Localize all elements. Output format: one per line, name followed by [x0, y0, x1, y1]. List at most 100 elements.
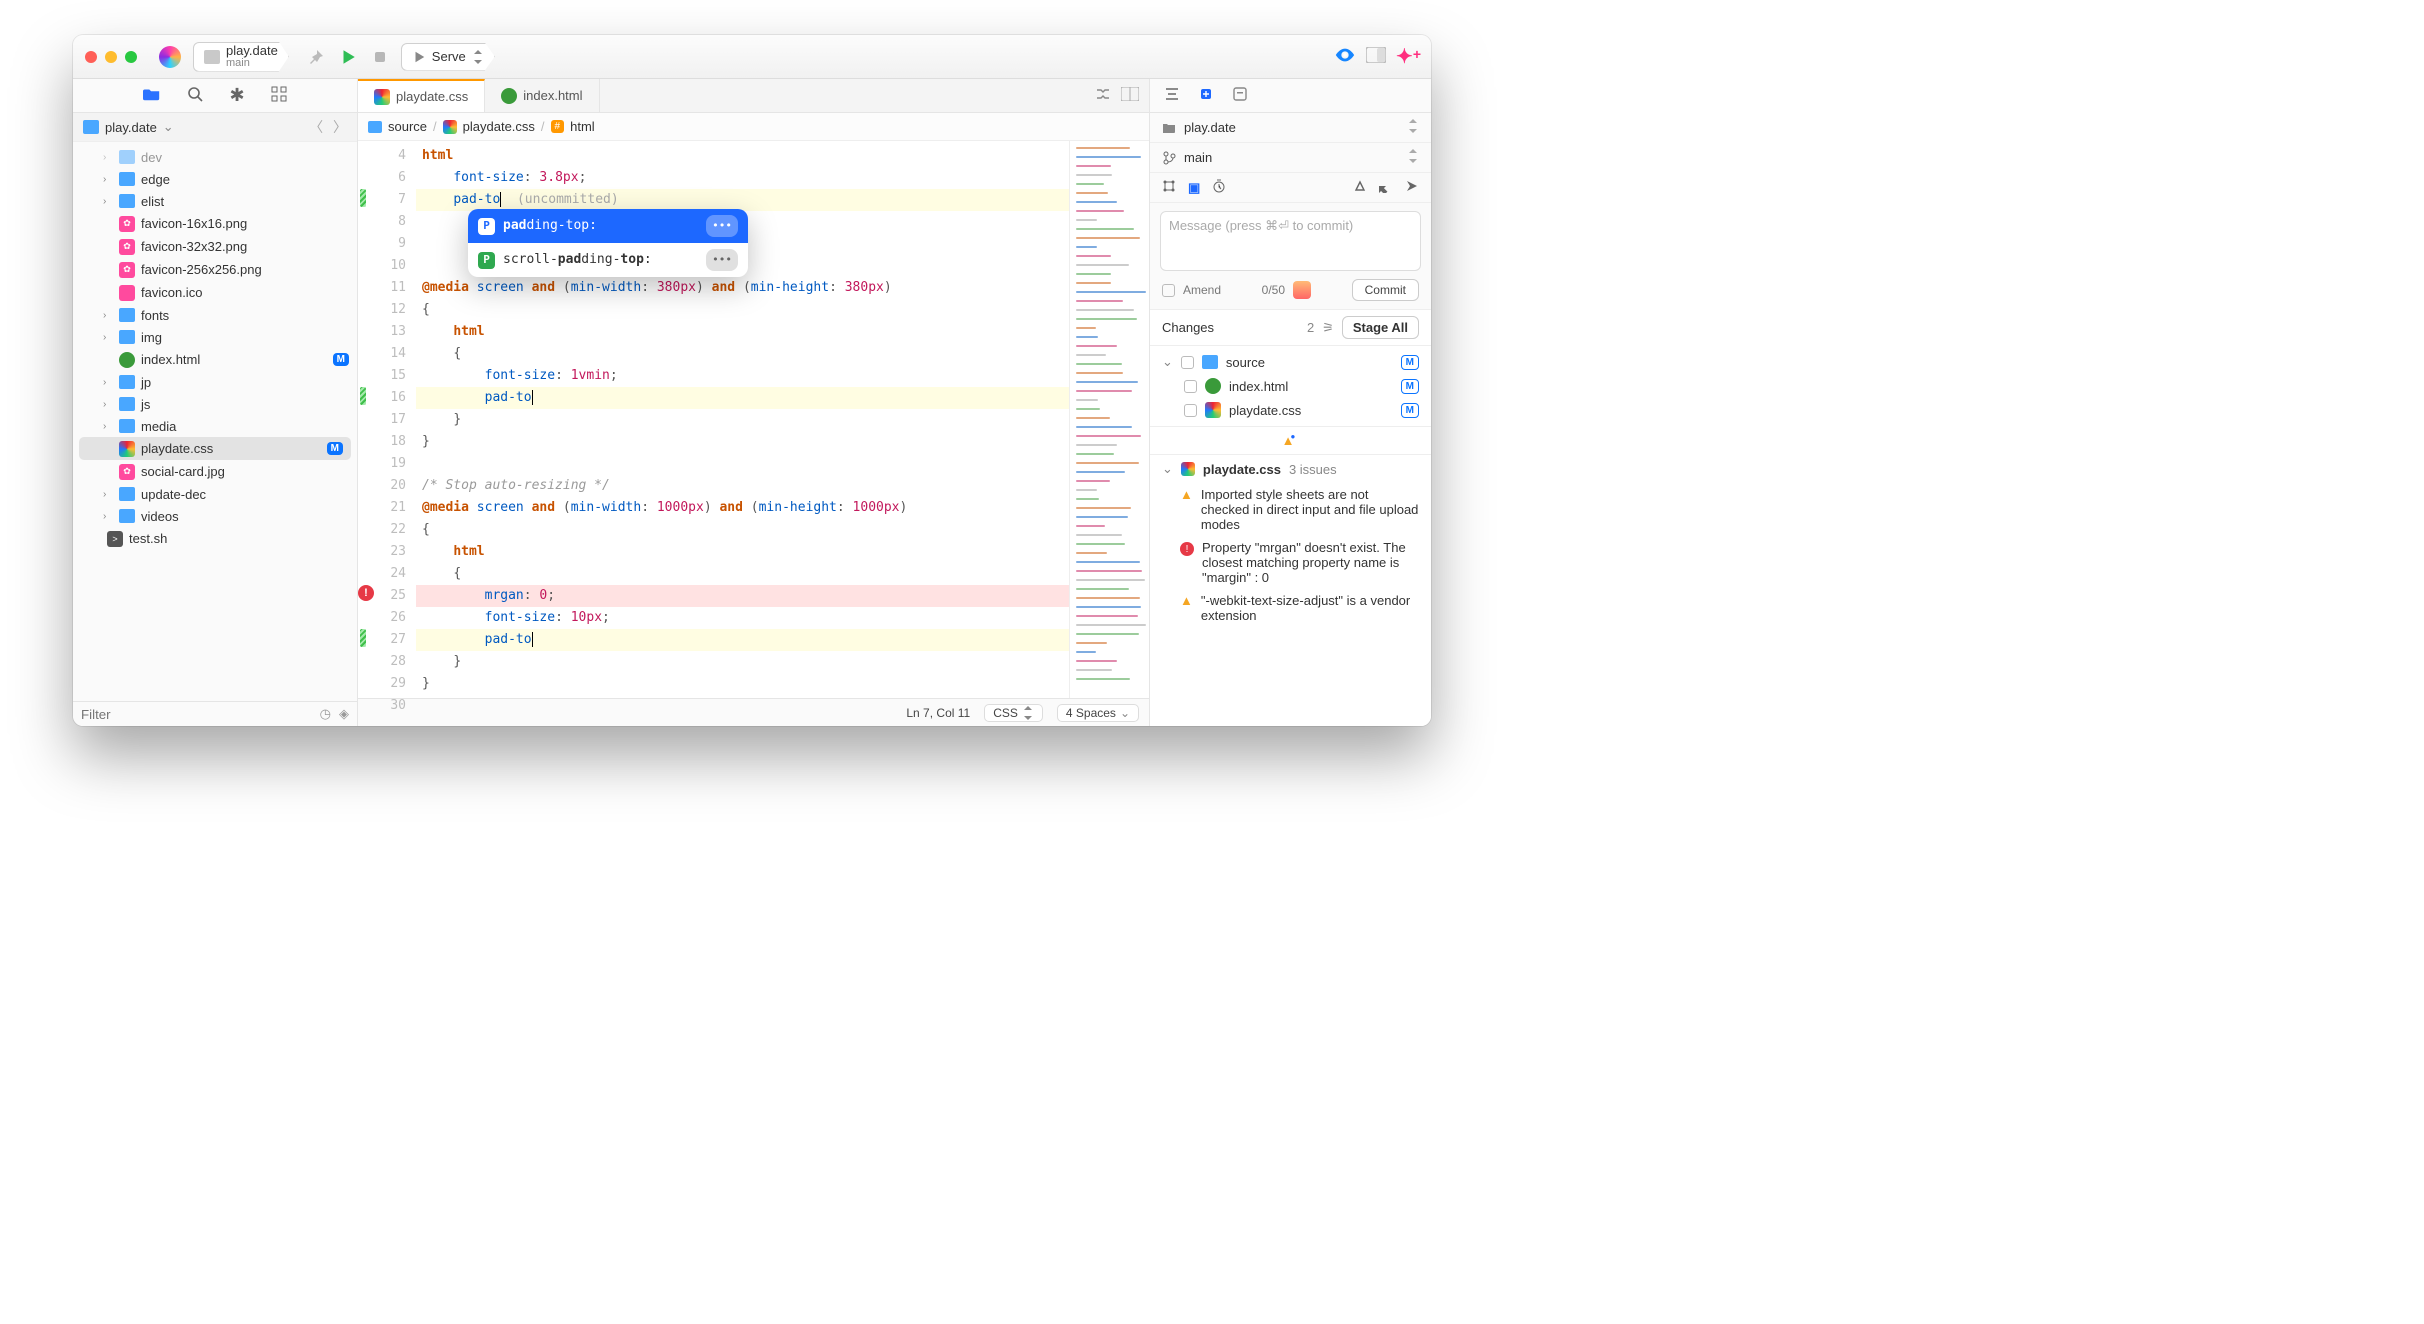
change-item[interactable]: ⌄sourceM: [1150, 350, 1431, 374]
code-line[interactable]: }: [416, 673, 1069, 695]
code-line[interactable]: pad-to: [416, 629, 1069, 651]
fetch-icon[interactable]: [1353, 179, 1367, 196]
grid-icon[interactable]: [271, 86, 287, 105]
related-files-icon[interactable]: [1095, 86, 1111, 105]
nav-forward-icon[interactable]: 〉: [333, 119, 347, 135]
file-tree-item[interactable]: ›elist: [73, 190, 357, 212]
code-line[interactable]: }: [416, 431, 1069, 453]
run-button[interactable]: [335, 44, 361, 70]
files-icon[interactable]: [143, 86, 161, 105]
align-icon[interactable]: [1164, 87, 1180, 104]
code-line[interactable]: html: [416, 541, 1069, 563]
scm-icon[interactable]: ◈: [339, 706, 349, 722]
commit-button[interactable]: Commit: [1352, 279, 1419, 301]
chevron-right-icon[interactable]: ›: [103, 310, 113, 321]
chevron-right-icon[interactable]: ›: [103, 421, 113, 432]
changes-filter-icon[interactable]: ⚞: [1322, 320, 1334, 336]
nav-back-icon[interactable]: 〈: [309, 119, 323, 135]
timer-icon[interactable]: [1212, 179, 1226, 196]
code-line[interactable]: html: [416, 145, 1069, 167]
file-tree-item[interactable]: ›media: [73, 415, 357, 437]
chevron-right-icon[interactable]: ›: [103, 399, 113, 410]
autocomplete-item[interactable]: Ppadding-top:•••: [468, 209, 748, 243]
minimize-window-button[interactable]: [105, 51, 117, 63]
pull-icon[interactable]: [1379, 179, 1393, 196]
issue-item[interactable]: !Property "mrgan" doesn't exist. The clo…: [1150, 536, 1431, 589]
chevron-right-icon[interactable]: ›: [103, 174, 113, 185]
code-line[interactable]: }: [416, 409, 1069, 431]
push-icon[interactable]: [1405, 179, 1419, 196]
chevron-right-icon[interactable]: ›: [103, 377, 113, 388]
issue-item[interactable]: ▲"-webkit-text-size-adjust" is a vendor …: [1150, 589, 1431, 627]
new-item-button[interactable]: ✦+: [1396, 44, 1421, 69]
file-tree-item[interactable]: ›update-dec: [73, 483, 357, 505]
code-line[interactable]: [416, 453, 1069, 475]
chevron-right-icon[interactable]: ›: [103, 511, 113, 522]
file-tree-item[interactable]: ›fonts: [73, 304, 357, 326]
pin-icon[interactable]: [303, 44, 329, 70]
chevron-right-icon[interactable]: ›: [103, 152, 113, 163]
stage-checkbox[interactable]: [1184, 404, 1197, 417]
stage-all-button[interactable]: Stage All: [1342, 316, 1419, 339]
split-editor-icon[interactable]: [1121, 87, 1139, 104]
breadcrumb[interactable]: source / playdate.css / # html: [358, 113, 1149, 141]
file-tree-item[interactable]: ›js: [73, 393, 357, 415]
code-line[interactable]: [416, 695, 1069, 717]
code-line[interactable]: /* Stop auto-resizing */: [416, 475, 1069, 497]
file-tree-item[interactable]: ›edge: [73, 168, 357, 190]
search-icon[interactable]: [187, 86, 203, 105]
graph-icon[interactable]: [1162, 179, 1176, 196]
code-line[interactable]: font-size: 3.8px;: [416, 167, 1069, 189]
code-line[interactable]: font-size: 1vmin;: [416, 365, 1069, 387]
filter-input[interactable]: [81, 707, 312, 722]
file-tree-item[interactable]: favicon.ico: [73, 281, 357, 304]
editor-tab[interactable]: index.html: [485, 79, 599, 112]
git-panel-icon[interactable]: [1198, 86, 1214, 105]
file-tree-item[interactable]: ✿social-card.jpg: [73, 460, 357, 483]
code-line[interactable]: mrgan: 0;: [416, 585, 1069, 607]
inspector-icon[interactable]: [1232, 86, 1248, 105]
code-line[interactable]: pad-to: [416, 387, 1069, 409]
file-tree-item[interactable]: ›img: [73, 326, 357, 348]
scm-branch-row[interactable]: main: [1150, 143, 1431, 173]
code-view[interactable]: html font-size: 3.8px; pad-to (uncommitt…: [416, 141, 1069, 698]
code-line[interactable]: @media screen and (min-width: 380px) and…: [416, 277, 1069, 299]
file-tree-item[interactable]: ›jp: [73, 371, 357, 393]
zoom-window-button[interactable]: [125, 51, 137, 63]
project-chip[interactable]: play.date main: [193, 42, 289, 72]
chevron-right-icon[interactable]: ›: [103, 489, 113, 500]
file-tree-item[interactable]: ✿favicon-256x256.png: [73, 258, 357, 281]
stage-icon[interactable]: ▣: [1188, 180, 1200, 196]
chevron-down-icon[interactable]: ⌄: [1162, 354, 1173, 370]
changes-tree[interactable]: ⌄sourceMindex.htmlMplaydate.cssM: [1150, 346, 1431, 426]
preview-icon[interactable]: [1334, 44, 1356, 69]
file-tree-item[interactable]: ›dev: [73, 146, 357, 168]
file-tree-item[interactable]: ›videos: [73, 505, 357, 527]
issues-collapse-icon[interactable]: ▲●: [1150, 426, 1431, 455]
code-line[interactable]: pad-to (uncommitted): [416, 189, 1069, 211]
run-config-selector[interactable]: Serve: [401, 43, 495, 71]
issues-header[interactable]: ⌄ playdate.css 3 issues: [1150, 455, 1431, 483]
chevron-right-icon[interactable]: ›: [103, 332, 113, 343]
indent-selector[interactable]: 4 Spaces ⌄: [1057, 704, 1139, 722]
file-tree-item[interactable]: ✿favicon-32x32.png: [73, 235, 357, 258]
stage-checkbox[interactable]: [1184, 380, 1197, 393]
commit-message-input[interactable]: Message (press ⌘⏎ to commit): [1160, 211, 1421, 271]
code-line[interactable]: font-size: 10px;: [416, 607, 1069, 629]
change-item[interactable]: index.htmlM: [1150, 374, 1431, 398]
panel-toggle-icon[interactable]: [1366, 47, 1386, 66]
editor-tab[interactable]: playdate.css: [358, 79, 485, 112]
editor-body[interactable]: ! 46789101112131415161718192021222324252…: [358, 141, 1149, 698]
code-line[interactable]: {: [416, 519, 1069, 541]
file-tree[interactable]: ›dev›edge›elist✿favicon-16x16.png✿favico…: [73, 142, 357, 701]
file-tree-item[interactable]: ✿favicon-16x16.png: [73, 212, 357, 235]
file-tree-item[interactable]: >test.sh: [73, 527, 357, 550]
chevron-right-icon[interactable]: ›: [103, 196, 113, 207]
clock-icon[interactable]: ◷: [320, 706, 331, 722]
code-line[interactable]: {: [416, 299, 1069, 321]
minimap[interactable]: [1069, 141, 1149, 698]
avatar-icon[interactable]: [1293, 281, 1311, 299]
close-window-button[interactable]: [85, 51, 97, 63]
code-line[interactable]: html: [416, 321, 1069, 343]
autocomplete-popup[interactable]: Ppadding-top:•••Pscroll-padding-top:•••: [468, 209, 748, 277]
